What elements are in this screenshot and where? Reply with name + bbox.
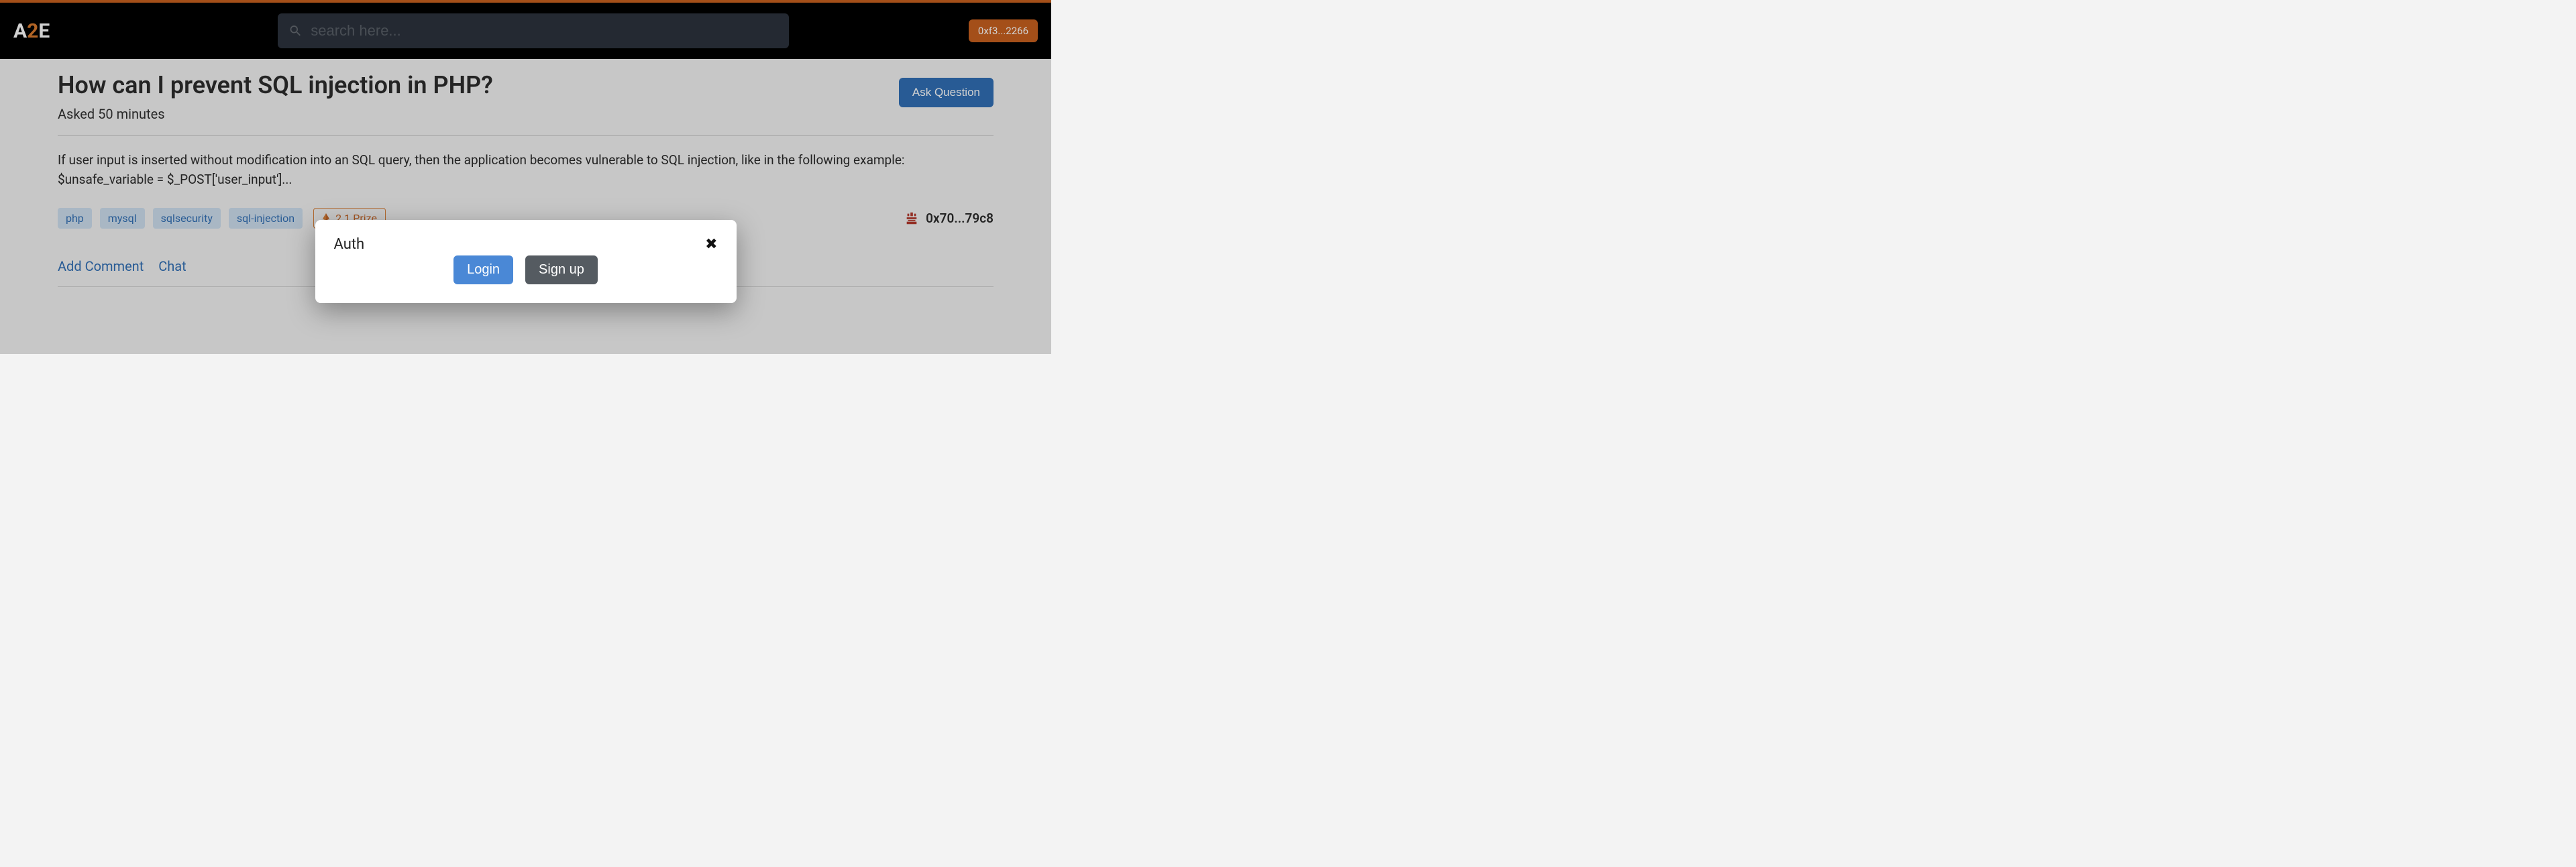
close-icon[interactable]: ✖ [705,236,717,253]
login-button[interactable]: Login [453,255,513,284]
modal-title: Auth [334,236,365,253]
modal-buttons: Login Sign up [334,255,718,284]
auth-modal: Auth ✖ Login Sign up [315,220,737,303]
signup-button[interactable]: Sign up [525,255,598,284]
modal-header: Auth ✖ [334,236,718,253]
